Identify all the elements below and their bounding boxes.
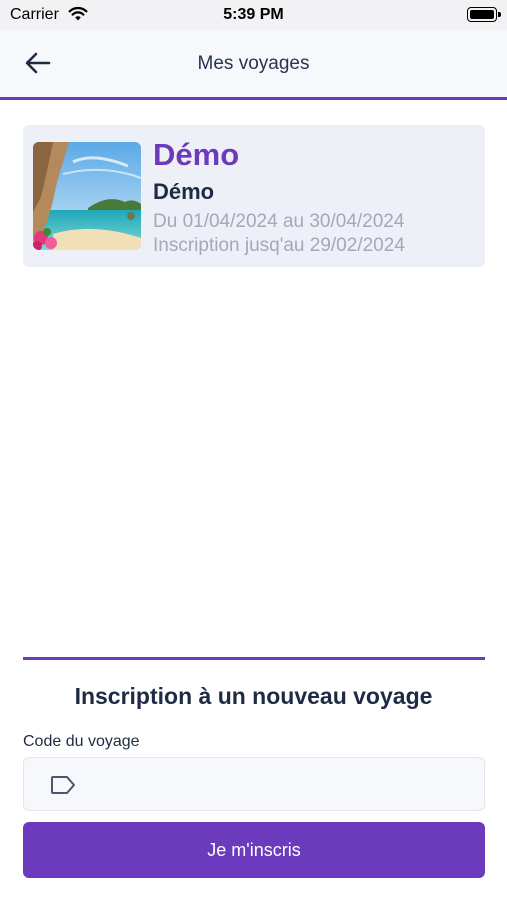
nav-bar: Mes voyages xyxy=(0,30,507,100)
trip-card[interactable]: Démo Démo Du 01/04/2024 au 30/04/2024 In… xyxy=(23,125,485,267)
code-field[interactable] xyxy=(23,757,485,811)
battery-icon xyxy=(467,7,501,22)
registration-title: Inscription à un nouveau voyage xyxy=(74,683,433,709)
trip-title: Démo xyxy=(153,137,240,172)
tag-icon xyxy=(50,775,76,800)
trip-subtitle: Démo xyxy=(153,179,215,204)
trip-thumbnail xyxy=(33,142,141,250)
code-input[interactable] xyxy=(84,758,474,810)
page-title: Mes voyages xyxy=(197,53,310,74)
code-field-label: Code du voyage xyxy=(23,733,140,750)
section-divider xyxy=(23,657,485,660)
status-bar: Carrier 5:39 PM xyxy=(0,0,507,30)
trip-dates: Du 01/04/2024 au 30/04/2024 xyxy=(153,211,405,232)
clock-time: 5:39 PM xyxy=(223,6,284,23)
register-button[interactable]: Je m'inscris xyxy=(23,822,485,878)
trip-registration-deadline: Inscription jusq'au 29/02/2024 xyxy=(153,235,405,256)
